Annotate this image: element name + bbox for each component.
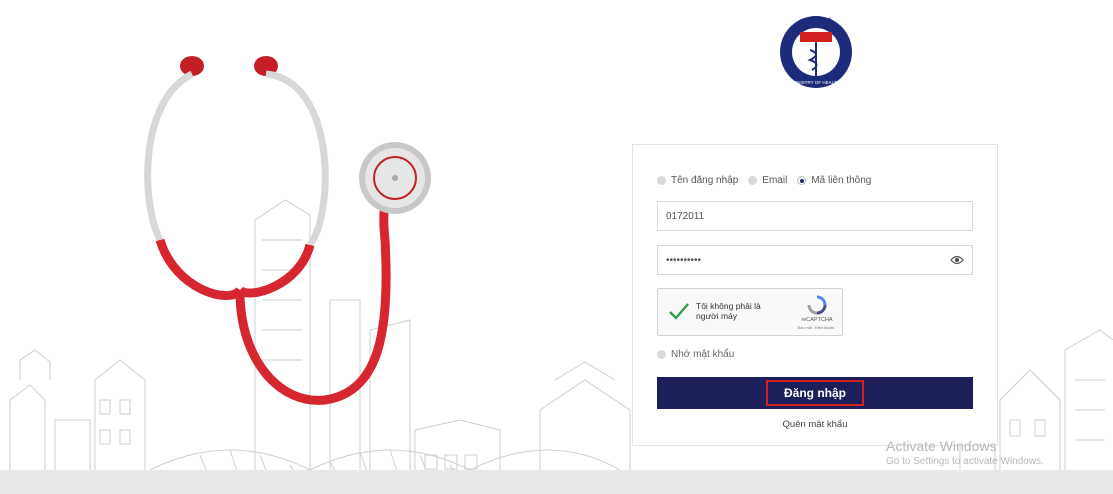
login-type-link-code[interactable]: Mã liên thông bbox=[797, 175, 871, 186]
remember-password-label: Nhớ mật khẩu bbox=[671, 349, 735, 360]
watermark-subtitle: Go to Settings to activate Windows. bbox=[886, 456, 1044, 467]
login-type-label: Email bbox=[762, 175, 788, 186]
username-field-box bbox=[657, 201, 973, 231]
checkmark-icon[interactable] bbox=[668, 301, 690, 321]
recaptcha-brand: reCAPTCHA bbox=[801, 317, 833, 323]
login-button-label: Đăng nhập bbox=[766, 380, 864, 406]
stethoscope-illustration bbox=[144, 56, 431, 405]
login-type-label: Mã liên thông bbox=[811, 175, 872, 186]
radio-unchecked-icon bbox=[657, 350, 666, 359]
windows-activation-watermark: Activate Windows Go to Settings to activ… bbox=[886, 438, 1044, 467]
radio-unchecked-icon bbox=[657, 176, 666, 185]
radio-checked-icon bbox=[797, 176, 807, 185]
eye-icon[interactable] bbox=[950, 254, 964, 266]
login-type-group: Tên đăng nhập Email Mã liên thông bbox=[657, 175, 881, 186]
watermark-title: Activate Windows bbox=[886, 438, 997, 454]
login-panel: Tên đăng nhập Email Mã liên thông Tôi kh… bbox=[632, 144, 998, 446]
login-type-username[interactable]: Tên đăng nhập bbox=[657, 175, 738, 186]
recaptcha-label: Tôi không phải là người máy bbox=[696, 301, 761, 321]
ministry-of-health-logo: BỘ Y TẾ MINISTRY OF HEALTH bbox=[780, 16, 852, 88]
logo-bottom-text: MINISTRY OF HEALTH bbox=[792, 80, 840, 85]
radio-unchecked-icon bbox=[748, 176, 758, 185]
login-type-label: Tên đăng nhập bbox=[671, 175, 739, 186]
recaptcha-logo-icon bbox=[807, 295, 827, 315]
recaptcha-widget: Tôi không phải là người máy reCAPTCHA Bả… bbox=[657, 288, 843, 336]
recaptcha-terms[interactable]: Bảo mật - Điều khoản bbox=[788, 326, 844, 330]
password-field-box bbox=[657, 245, 973, 275]
logo-top-text: BỘ Y TẾ bbox=[800, 17, 832, 27]
remember-password-checkbox[interactable]: Nhớ mật khẩu bbox=[657, 349, 734, 360]
password-input[interactable] bbox=[658, 246, 946, 274]
forgot-password-link[interactable]: Quên mật khẩu bbox=[633, 419, 997, 430]
username-input[interactable] bbox=[658, 202, 946, 230]
login-type-email[interactable]: Email bbox=[748, 175, 787, 186]
login-button[interactable]: Đăng nhập bbox=[657, 377, 973, 409]
